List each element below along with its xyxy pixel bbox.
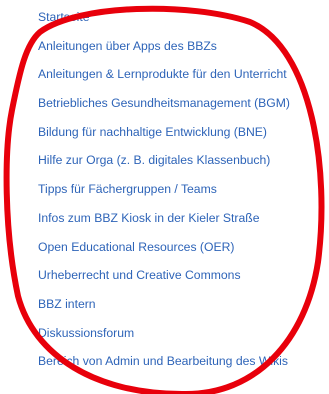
sidebar-item-label[interactable]: Tipps für Fächergruppen / Teams: [38, 182, 217, 196]
sidebar-item-label[interactable]: Hilfe zur Orga (z. B. digitales Klassenb…: [38, 153, 270, 167]
sidebar-item-label[interactable]: Anleitungen über Apps des BBZs: [38, 39, 217, 53]
sidebar-item-label[interactable]: Startseite: [38, 10, 89, 24]
sidebar-item-label[interactable]: BBZ intern: [38, 297, 96, 311]
sidebar-item-label[interactable]: Anleitungen & Lernprodukte für den Unter…: [38, 67, 287, 81]
sidebar-item-diskussionsforum[interactable]: Diskussionsforum: [38, 325, 290, 354]
sidebar-nav: Startseite Anleitungen über Apps des BBZ…: [38, 9, 290, 382]
sidebar-item-admin-bereich[interactable]: Bereich von Admin und Bearbeitung des Wi…: [38, 353, 290, 382]
sidebar-item-label[interactable]: Diskussionsforum: [38, 326, 134, 340]
sidebar-item-anleitungen-lernprodukte[interactable]: Anleitungen & Lernprodukte für den Unter…: [38, 66, 290, 95]
sidebar-item-label[interactable]: Bereich von Admin und Bearbeitung des Wi…: [38, 354, 288, 368]
sidebar-item-tipps-faechergruppen[interactable]: Tipps für Fächergruppen / Teams: [38, 181, 290, 210]
sidebar-item-oer[interactable]: Open Educational Resources (OER): [38, 239, 290, 268]
sidebar-item-urheberrecht[interactable]: Urheberrecht und Creative Commons: [38, 267, 290, 296]
page: Startseite Anleitungen über Apps des BBZ…: [0, 0, 329, 394]
sidebar-item-hilfe-orga[interactable]: Hilfe zur Orga (z. B. digitales Klassenb…: [38, 152, 290, 181]
sidebar-item-bbz-intern[interactable]: BBZ intern: [38, 296, 290, 325]
sidebar-item-label[interactable]: Betriebliches Gesundheitsmanagement (BGM…: [38, 96, 290, 110]
sidebar-item-startseite[interactable]: Startseite: [38, 9, 290, 38]
sidebar-item-label[interactable]: Open Educational Resources (OER): [38, 240, 234, 254]
sidebar-item-anleitungen-apps[interactable]: Anleitungen über Apps des BBZs: [38, 38, 290, 67]
sidebar-item-kiosk[interactable]: Infos zum BBZ Kiosk in der Kieler Straße: [38, 210, 290, 239]
sidebar-item-label[interactable]: Infos zum BBZ Kiosk in der Kieler Straße: [38, 211, 260, 225]
sidebar-item-label[interactable]: Bildung für nachhaltige Entwicklung (BNE…: [38, 125, 267, 139]
sidebar-item-gesundheitsmanagement[interactable]: Betriebliches Gesundheitsmanagement (BGM…: [38, 95, 290, 124]
sidebar-item-label[interactable]: Urheberrecht und Creative Commons: [38, 268, 241, 282]
sidebar-item-bne[interactable]: Bildung für nachhaltige Entwicklung (BNE…: [38, 124, 290, 153]
